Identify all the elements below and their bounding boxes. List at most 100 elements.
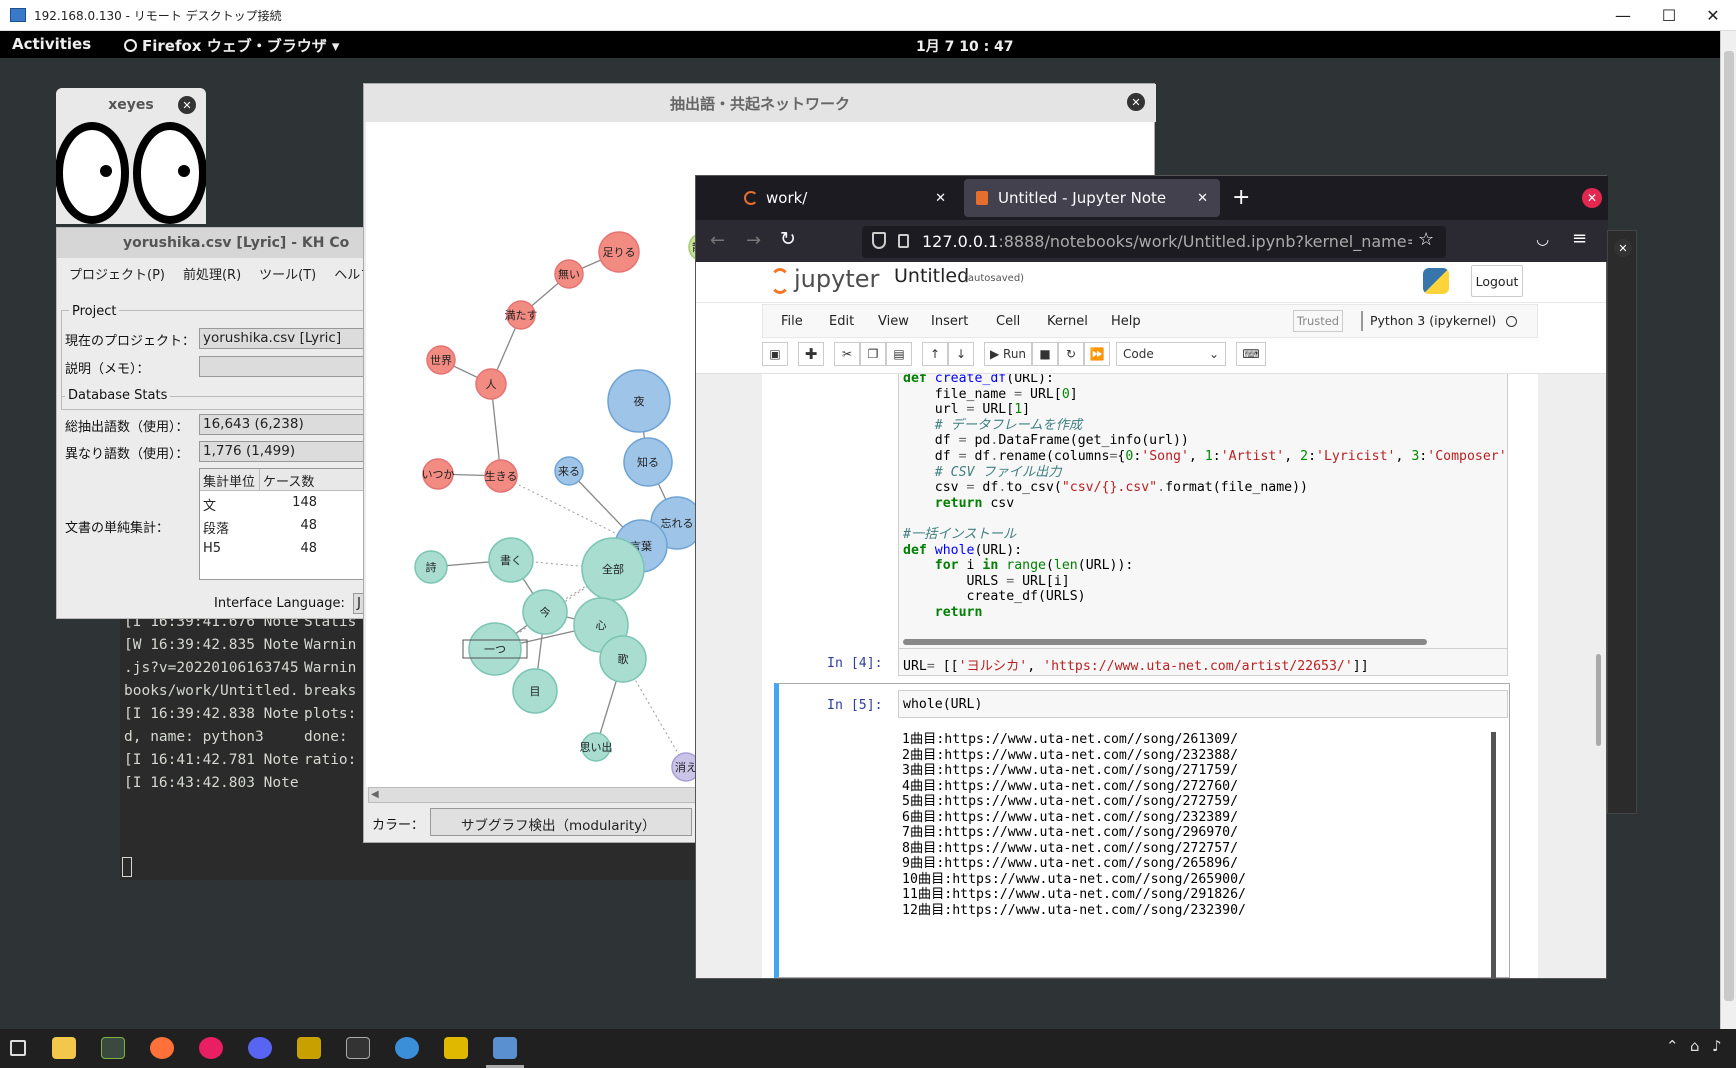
page-scrollbar[interactable] xyxy=(1596,654,1601,746)
scrollbar-thumb[interactable] xyxy=(1724,51,1734,1001)
cell-4-source[interactable]: URL= [['ヨルシカ', 'https://www.uta-net.com/… xyxy=(903,655,1369,674)
rdp-vertical-scrollbar[interactable] xyxy=(1720,31,1736,1029)
menu-tools[interactable]: ツール(T) xyxy=(259,264,316,283)
logout-button[interactable]: Logout xyxy=(1471,265,1523,297)
background-close-icon[interactable]: ✕ xyxy=(1614,239,1632,257)
cell-type-select[interactable]: Code ⌄ xyxy=(1116,342,1226,366)
tab-jupyter[interactable]: Untitled - Jupyter Note ✕ xyxy=(964,179,1220,217)
menu-view[interactable]: View xyxy=(878,314,909,329)
monitor-icon[interactable] xyxy=(346,1037,370,1059)
table-row[interactable]: 段落 48 xyxy=(200,516,380,538)
task-view-icon[interactable] xyxy=(10,1040,26,1056)
file-explorer-icon[interactable] xyxy=(52,1037,76,1059)
table-row[interactable]: 文 148 xyxy=(200,493,380,515)
network-node[interactable]: 生きる xyxy=(484,459,518,493)
col-cases[interactable]: ケース数 xyxy=(260,469,380,490)
memo-field[interactable] xyxy=(199,356,379,377)
xeyes-close-button[interactable]: ✕ xyxy=(178,96,196,114)
hamburger-menu-icon[interactable]: ≡ xyxy=(1572,228,1587,249)
network-node[interactable]: 無い xyxy=(554,259,584,289)
network-node[interactable]: 人 xyxy=(475,368,507,400)
network-node[interactable]: 一つ xyxy=(462,622,528,676)
color-select[interactable]: サブグラフ検出（modularity） xyxy=(430,808,692,836)
network-node[interactable]: 全部 xyxy=(581,537,645,601)
tab-close-icon[interactable]: ✕ xyxy=(935,191,946,206)
cut-icon[interactable]: ✂ xyxy=(834,342,860,366)
save-icon[interactable]: ▣ xyxy=(762,342,788,366)
trusted-indicator[interactable]: Trusted xyxy=(1293,310,1343,332)
menu-file[interactable]: File xyxy=(781,314,803,329)
menu-insert[interactable]: Insert xyxy=(931,314,968,329)
clock[interactable]: 1月 7 10 : 47 xyxy=(916,36,1014,56)
move-up-icon[interactable]: ↑ xyxy=(922,342,948,366)
network-node[interactable]: 夜 xyxy=(607,369,671,433)
paste-icon[interactable]: ▤ xyxy=(886,342,912,366)
network-node[interactable]: 足りる xyxy=(598,231,640,273)
network-node[interactable]: 詩 xyxy=(414,550,448,584)
window-close-icon[interactable]: ✕ xyxy=(1582,188,1602,208)
network-node[interactable]: 思い出 xyxy=(580,732,613,762)
cell-5-source[interactable]: whole(URL) xyxy=(903,697,982,712)
jupyter-logo-text[interactable]: jupyter xyxy=(794,265,879,293)
network-node[interactable]: 世界 xyxy=(426,345,456,375)
table-row[interactable]: H5 48 xyxy=(200,539,380,561)
minimize-button[interactable]: — xyxy=(1600,0,1646,31)
network-node[interactable]: 今 xyxy=(522,589,568,635)
code-cell-4[interactable]: URL= [['ヨルシカ', 'https://www.uta-net.com/… xyxy=(898,648,1508,676)
network-hscrollbar[interactable]: ◀ xyxy=(368,787,698,803)
restart-icon[interactable]: ↻ xyxy=(1058,342,1084,366)
cell-3-hscrollbar[interactable] xyxy=(903,639,1427,645)
close-button[interactable]: ✕ xyxy=(1690,0,1736,31)
simple-count-table[interactable]: 集計単位 ケース数 文 148 段落 48 H5 48 xyxy=(199,468,380,580)
notebook-name[interactable]: Untitled xyxy=(894,265,969,287)
fireworks-icon[interactable] xyxy=(297,1037,321,1059)
background-window-edge[interactable]: ✕ xyxy=(1607,230,1637,814)
network-node[interactable]: 歌 xyxy=(599,635,647,683)
menu-preprocess[interactable]: 前処理(R) xyxy=(183,264,241,283)
khcoder-window[interactable]: yorushika.csv [Lyric] - KH Co プロジェクト(P) … xyxy=(56,227,380,619)
menu-edit[interactable]: Edit xyxy=(829,314,854,329)
text-editor-icon[interactable] xyxy=(444,1037,468,1059)
tab-work[interactable]: work/ ✕ xyxy=(696,179,958,217)
terminal-icon[interactable] xyxy=(101,1037,125,1059)
volume-icon[interactable]: ♪ xyxy=(1712,1037,1722,1055)
page-icon[interactable] xyxy=(898,234,909,248)
move-down-icon[interactable]: ↓ xyxy=(948,342,974,366)
keyboard-icon[interactable]: ⌨ xyxy=(1236,342,1266,366)
remote-desktop-taskbar-icon[interactable] xyxy=(493,1037,517,1059)
reload-icon[interactable]: ↻ xyxy=(780,228,796,250)
code-cell-5[interactable]: whole(URL) xyxy=(898,690,1508,718)
url-bar[interactable]: 127.0.0.1:8888/notebooks/work/Untitled.i… xyxy=(862,226,1446,258)
network-close-button[interactable]: ✕ xyxy=(1127,93,1145,111)
kernel-name[interactable]: Python 3 (ipykernel) xyxy=(1370,313,1496,328)
activities-button[interactable]: Activities xyxy=(12,35,91,53)
output-scrollbar[interactable] xyxy=(1491,732,1496,978)
interrupt-icon[interactable]: ■ xyxy=(1032,342,1058,366)
scroll-left-arrow[interactable]: ◀ xyxy=(371,789,379,800)
copy-icon[interactable]: ❐ xyxy=(860,342,886,366)
run-button[interactable]: ▶ Run xyxy=(984,342,1032,366)
network-node[interactable]: 知る xyxy=(623,437,673,487)
tab-close-icon[interactable]: ✕ xyxy=(1197,191,1208,206)
restart-run-all-icon[interactable]: ⏩ xyxy=(1084,342,1110,366)
code-cell-3[interactable]: def create_df(URL): file_name = URL[0] u… xyxy=(898,374,1508,651)
col-unit[interactable]: 集計単位 xyxy=(200,469,260,490)
discord-icon[interactable] xyxy=(248,1037,272,1059)
slack-icon[interactable] xyxy=(199,1037,223,1059)
shield-icon[interactable] xyxy=(872,232,886,249)
menu-help[interactable]: Help xyxy=(1111,314,1141,329)
network-node[interactable]: 来る xyxy=(554,456,584,486)
network-tray-icon[interactable]: ⌂ xyxy=(1690,1037,1700,1055)
network-node[interactable]: 書く xyxy=(488,537,534,583)
pocket-icon[interactable]: ◡ xyxy=(1536,230,1549,248)
maximize-button[interactable]: ☐ xyxy=(1646,0,1692,31)
bookmark-star-icon[interactable]: ☆ xyxy=(1418,229,1434,250)
firefox-window[interactable]: work/ ✕ Untitled - Jupyter Note ✕ + ✕ ← … xyxy=(695,175,1608,979)
menu-project[interactable]: プロジェクト(P) xyxy=(69,264,165,283)
network-node[interactable]: 目 xyxy=(512,668,558,714)
menu-cell[interactable]: Cell xyxy=(996,314,1020,329)
forward-icon[interactable]: → xyxy=(746,230,761,251)
app-icon[interactable] xyxy=(395,1037,419,1059)
back-icon[interactable]: ← xyxy=(710,230,725,251)
network-node[interactable]: いつか xyxy=(422,458,455,490)
